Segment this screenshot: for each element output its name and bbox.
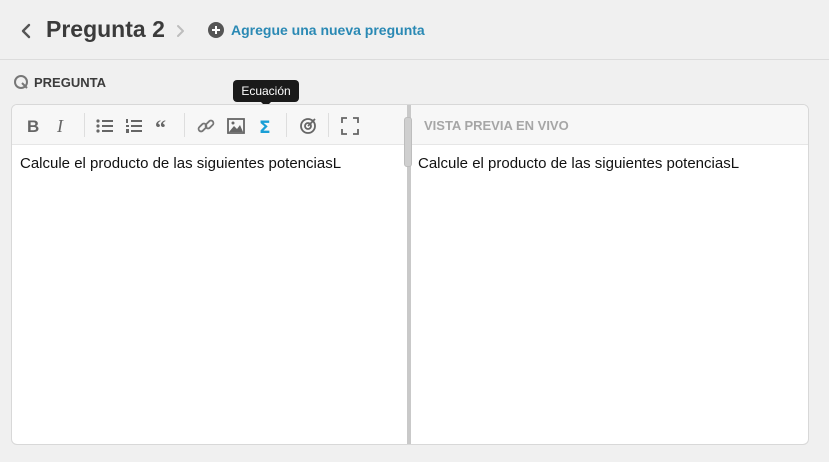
plus-circle-icon — [208, 22, 224, 38]
bulleted-list-icon[interactable] — [94, 115, 116, 137]
tooltip: Ecuación — [233, 80, 299, 107]
section-header: PREGUNTA — [13, 74, 106, 90]
toolbar-divider — [328, 113, 329, 137]
link-icon[interactable] — [195, 115, 217, 137]
preview-header: VISTA PREVIA EN VIVO — [410, 105, 808, 145]
numbered-list-icon[interactable] — [123, 115, 145, 137]
toolbar-divider — [84, 113, 85, 137]
target-icon[interactable] — [297, 115, 319, 137]
toolbar-divider — [184, 113, 185, 137]
svg-text:Σ: Σ — [259, 118, 271, 137]
top-bar: Pregunta 2 Agregue una nueva pregunta — [0, 0, 829, 60]
preview-content: Calcule el producto de las siguientes po… — [418, 155, 740, 172]
chevron-left-icon[interactable] — [18, 20, 34, 42]
resize-handle[interactable] — [404, 117, 412, 167]
image-icon[interactable] — [225, 115, 247, 137]
chevron-right-icon[interactable] — [174, 20, 188, 42]
italic-icon[interactable]: I — [52, 115, 74, 137]
bold-icon[interactable]: B — [22, 115, 44, 137]
preview-title: VISTA PREVIA EN VIVO — [424, 118, 569, 133]
svg-text:“: “ — [155, 115, 166, 137]
section-title: PREGUNTA — [34, 74, 106, 90]
svg-text:B: B — [27, 117, 39, 136]
toolbar-divider — [286, 113, 287, 137]
question-icon — [14, 75, 28, 89]
quote-icon[interactable]: “ — [153, 115, 175, 137]
svg-text:I: I — [56, 116, 64, 136]
page-title: Pregunta 2 — [46, 16, 165, 42]
add-question-button[interactable]: Agregue una nueva pregunta — [208, 22, 425, 38]
editor-input[interactable]: Calcule el producto de las siguientes po… — [20, 155, 400, 172]
question-editor: B I “ Σ VISTA PREVIA EN VIVO Calcule el … — [11, 104, 809, 445]
fullscreen-icon[interactable] — [339, 115, 361, 137]
editor-toolbar: B I “ Σ — [12, 105, 410, 145]
add-question-label: Agregue una nueva pregunta — [231, 22, 425, 38]
equation-icon[interactable]: Σ — [255, 115, 277, 137]
